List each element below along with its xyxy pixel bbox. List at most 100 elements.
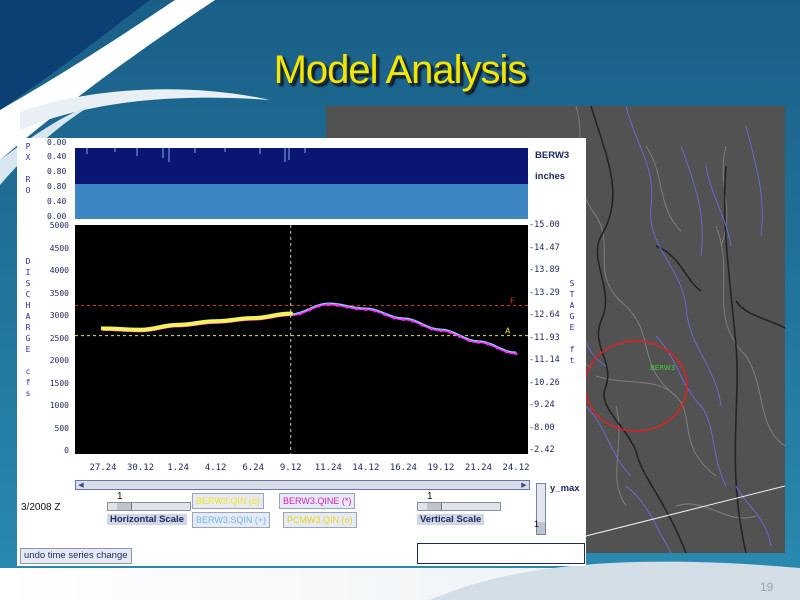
time-tick-label: 9.12 <box>279 463 302 473</box>
discharge-tick-label: 1500 <box>49 378 69 388</box>
time-tick-label: 30.12 <box>126 463 155 473</box>
units-label: inches <box>535 171 566 182</box>
stage-tick-label: -11.14 <box>529 355 560 365</box>
qine-point <box>336 303 340 307</box>
horizontal-scale-label: Horizontal Scale <box>107 514 187 525</box>
vertical-scale-slider[interactable] <box>417 502 501 511</box>
precip-bars <box>86 148 306 162</box>
stage-axis-label: S T A G E f t <box>569 279 575 365</box>
stage-tick-label: -15.00 <box>529 220 560 230</box>
strip-tick: 0.80 <box>47 167 67 176</box>
stage-tick-label: -13.29 <box>529 287 560 298</box>
qine-point <box>364 308 368 312</box>
qine-point <box>401 317 405 321</box>
stage-tick-label: -8.00 <box>529 422 555 433</box>
discharge-tick-label: 4500 <box>49 243 69 253</box>
time-tick-label: 24.12 <box>502 463 530 473</box>
qine-point <box>392 316 396 320</box>
qine-point <box>467 339 471 343</box>
discharge-tick-label: 3500 <box>49 288 69 298</box>
legend-berw3-sqin[interactable]: BERW3.SQIN (+) <box>192 512 271 528</box>
qine-point <box>308 308 311 312</box>
observed-point <box>288 311 293 316</box>
analysis-window: P X R O 0.00 0.40 0.80 0.80 0.40 0.00 BE… <box>17 138 586 566</box>
time-tick-label: 27.24 <box>89 463 117 473</box>
strip-tick: 0.00 <box>47 212 67 221</box>
strip-tick: 0.40 <box>47 152 67 161</box>
legend-label: BERW3.QIN (o) <box>196 496 260 506</box>
legend-pcmw3-qin[interactable]: PCMW3.QIN (o) <box>283 512 357 528</box>
qine-point <box>411 319 415 323</box>
qine-point <box>458 335 462 339</box>
qine-point <box>430 327 434 331</box>
strip-tick: 0.40 <box>47 197 67 206</box>
strip-tick: 0.80 <box>47 182 67 191</box>
qine-point <box>495 346 499 350</box>
undo-button[interactable]: undo time series change <box>20 548 132 564</box>
station-label: BERW3 <box>535 150 570 161</box>
discharge-tick-label: 5000 <box>49 221 69 230</box>
discharge-axis-label: D I S C H A R G E c f s <box>25 257 31 398</box>
time-tick-label: 19.12 <box>427 463 455 473</box>
legend-berw3-qine[interactable]: BERW3.QINE (*) <box>279 493 356 509</box>
date-readout: 3/2008 Z <box>21 502 61 513</box>
qine-point <box>420 323 424 327</box>
qine-point <box>486 342 490 346</box>
time-tick-label: 21.24 <box>464 463 492 473</box>
time-scrollbar[interactable]: ◀ ▶ <box>75 480 530 490</box>
time-tick-label: 11.24 <box>314 463 342 473</box>
qine-point <box>345 305 349 309</box>
y-max-marker: 1 <box>534 519 540 529</box>
vertical-scale-value: 1 <box>427 491 433 502</box>
time-tick-label: 6.24 <box>242 463 265 473</box>
discharge-tick-label: 2500 <box>49 333 69 343</box>
qine-point <box>373 309 377 313</box>
legend-berw3-qin[interactable]: BERW3.QIN (o) <box>192 493 264 509</box>
slider-thumb[interactable] <box>117 503 132 510</box>
stage-tick-label: -2.42 <box>529 445 555 455</box>
qine-point <box>383 313 387 316</box>
qine-point <box>448 330 452 334</box>
y-max-label: y_max <box>547 483 583 494</box>
discharge-tick-label: 2000 <box>49 356 69 365</box>
scroll-right-icon[interactable]: ▶ <box>519 481 529 489</box>
legend-label: BERW3.SQIN (+) <box>196 515 267 525</box>
flood-marker: F <box>510 297 515 306</box>
stage-tick-label: -12.64 <box>529 310 560 320</box>
vertical-scale-label: Vertical Scale <box>417 514 485 525</box>
scroll-left-icon[interactable]: ◀ <box>76 481 86 489</box>
qine-point <box>505 350 509 354</box>
qine-point <box>298 312 302 316</box>
message-field[interactable] <box>417 543 585 564</box>
stage-tick-label: -9.24 <box>529 400 555 410</box>
hydrograph-svg: FA <box>75 225 528 454</box>
hydrograph-plot[interactable]: FA <box>75 225 528 454</box>
strip-tick: 0.00 <box>47 138 67 147</box>
action-marker: A <box>505 327 511 336</box>
qine-series-line <box>102 303 517 355</box>
horizontal-scale-value: 1 <box>117 491 123 502</box>
px-ro-label: P X R O <box>25 142 31 195</box>
stage-tick-label: -11.93 <box>529 332 560 343</box>
qine-point <box>514 352 518 356</box>
discharge-tick-label: 3000 <box>49 311 69 320</box>
stage-tick-label: -13.89 <box>529 265 560 275</box>
time-tick-label: 4.12 <box>204 463 227 473</box>
qine-point <box>476 340 480 344</box>
stage-tick-label: -10.26 <box>529 377 560 388</box>
legend-label: PCMW3.QIN (o) <box>287 515 353 525</box>
time-tick-label: 14.12 <box>352 463 380 473</box>
time-tick-label: 1.24 <box>167 463 189 473</box>
time-tick-label: 16.24 <box>389 463 417 473</box>
discharge-tick-label: 1000 <box>49 401 69 410</box>
qine-point <box>317 304 321 308</box>
qine-point <box>439 329 443 333</box>
runoff-band <box>75 184 528 219</box>
discharge-tick-label: 0 <box>64 446 69 455</box>
legend-label: BERW3.QINE (*) <box>283 496 352 506</box>
page-number: 19 <box>760 580 774 594</box>
discharge-tick-label: 4000 <box>49 266 69 275</box>
slider-thumb[interactable] <box>427 503 442 510</box>
slide-title: Model Analysis <box>273 48 528 92</box>
horizontal-scale-slider[interactable] <box>107 502 191 511</box>
